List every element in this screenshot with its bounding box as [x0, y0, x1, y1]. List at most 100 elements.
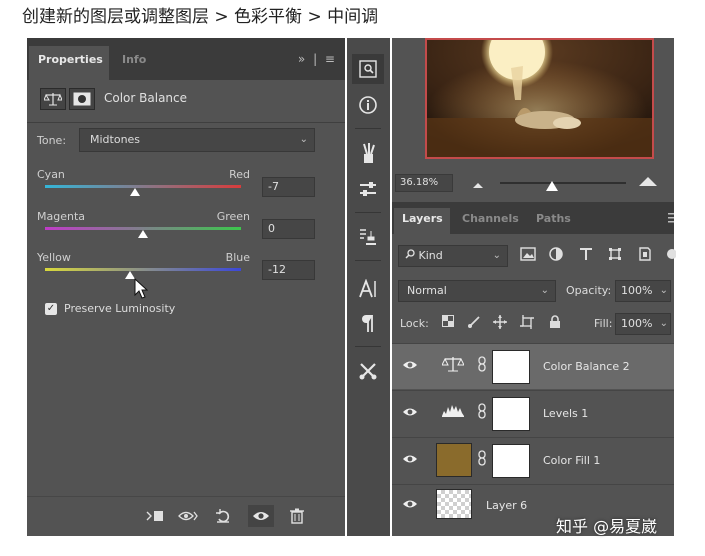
pixel-filter-icon[interactable] — [519, 247, 537, 265]
fill-field[interactable]: 100% ⌄ — [615, 313, 671, 335]
visibility-eye-icon[interactable] — [402, 498, 418, 512]
slider-left-label: Magenta — [37, 210, 86, 223]
panel-tool-strip — [347, 38, 390, 536]
yellow-blue-slider[interactable]: Yellow Blue -12 — [37, 251, 315, 291]
panel-menu-icon[interactable]: » | ≡ — [298, 52, 337, 66]
layer-mask-icon[interactable] — [69, 88, 95, 110]
adjustment-filter-icon[interactable] — [547, 247, 565, 265]
layer-row-color-balance-2[interactable]: Color Balance 2 — [392, 343, 674, 389]
slider-thumb[interactable] — [138, 230, 148, 238]
layer-name[interactable]: Layer 6 — [486, 499, 527, 512]
brushes-icon[interactable] — [352, 138, 384, 168]
preserve-luminosity-checkbox[interactable]: ✓ — [45, 303, 57, 315]
tool-presets-icon[interactable] — [352, 356, 384, 386]
lock-all-icon[interactable] — [547, 315, 563, 331]
layer-name[interactable]: Color Fill 1 — [543, 454, 600, 467]
type-filter-icon[interactable] — [577, 247, 595, 265]
visibility-eye-icon[interactable] — [402, 359, 418, 373]
transparent-layer-thumbnail[interactable] — [436, 489, 472, 519]
tab-channels[interactable]: Channels — [454, 208, 527, 234]
navigator-preview-image — [425, 38, 654, 159]
properties-title: Color Balance — [104, 91, 188, 105]
kind-filter-select[interactable]: Kind ⌄ — [398, 245, 508, 267]
layer-name[interactable]: Levels 1 — [543, 407, 588, 420]
slider-thumb[interactable] — [130, 188, 140, 196]
slider-track[interactable] — [45, 185, 241, 188]
tone-select[interactable]: Midtones ⌄ — [79, 128, 315, 152]
visibility-eye-icon[interactable] — [248, 505, 274, 527]
tab-info[interactable]: Info — [113, 46, 155, 80]
tab-properties[interactable]: Properties — [29, 46, 109, 80]
layer-mask-thumbnail[interactable] — [492, 350, 530, 384]
navigator-icon[interactable] — [352, 54, 384, 84]
lock-artboard-icon[interactable] — [519, 315, 535, 331]
trash-icon[interactable] — [284, 505, 310, 527]
zoom-slider-thumb[interactable] — [546, 181, 558, 191]
yellow-blue-value-field[interactable]: -12 — [262, 260, 315, 280]
lock-label: Lock: — [400, 317, 429, 330]
divider — [355, 260, 381, 261]
zoom-out-icon[interactable] — [472, 179, 484, 192]
lock-transparent-pixels-icon[interactable] — [440, 315, 456, 331]
levels-histogram-icon — [440, 403, 466, 423]
chevron-down-icon: ⌄ — [659, 318, 668, 329]
properties-tab-bar: Properties Info » | ≡ — [27, 38, 345, 80]
slider-right-label: Red — [229, 168, 250, 181]
blend-mode-select[interactable]: Normal ⌄ — [398, 280, 556, 302]
lock-position-icon[interactable] — [492, 315, 508, 331]
fill-value: 100% — [621, 317, 653, 330]
lock-image-pixels-icon[interactable] — [466, 315, 482, 331]
adjustments-icon[interactable] — [352, 174, 384, 204]
visibility-eye-icon[interactable] — [402, 406, 418, 420]
scale-icon — [40, 88, 66, 110]
opacity-label: Opacity: — [566, 284, 612, 297]
properties-panel: Properties Info » | ≡ Color Balance Tone… — [27, 38, 345, 536]
scale-icon — [440, 356, 466, 376]
zoom-slider-track[interactable] — [500, 182, 626, 184]
layer-name[interactable]: Color Balance 2 — [543, 360, 630, 373]
zoom-field[interactable]: 36.18% — [395, 174, 453, 192]
opacity-field[interactable]: 100% ⌄ — [615, 280, 671, 302]
chevron-down-icon: ⌄ — [492, 250, 501, 261]
divider — [355, 212, 381, 213]
slider-right-label: Green — [216, 210, 250, 223]
panel-menu-icon[interactable] — [668, 212, 674, 224]
layer-row-levels-1[interactable]: Levels 1 — [392, 390, 674, 436]
kind-filter-label: Kind — [418, 249, 443, 262]
cyan-red-slider[interactable]: Cyan Red -7 — [37, 168, 315, 208]
layer-mask-thumbnail[interactable] — [492, 444, 530, 478]
properties-header: Color Balance — [27, 84, 345, 114]
slider-track[interactable] — [45, 268, 241, 271]
smart-object-filter-icon[interactable] — [636, 247, 654, 265]
zoom-in-icon[interactable] — [638, 175, 658, 190]
clip-to-layer-icon[interactable] — [142, 505, 168, 527]
chevron-down-icon: ⌄ — [540, 285, 549, 296]
shape-filter-icon[interactable] — [606, 247, 624, 265]
info-icon[interactable] — [352, 90, 384, 120]
view-previous-state-icon[interactable] — [175, 505, 201, 527]
reset-icon[interactable] — [210, 505, 236, 527]
chevron-down-icon: ⌄ — [659, 285, 668, 296]
layer-row-color-fill-1[interactable]: Color Fill 1 — [392, 437, 674, 483]
divider — [355, 346, 381, 347]
page-caption: 创建新的图层或调整图层 > 色彩平衡 > 中间调 — [22, 7, 379, 27]
magenta-green-value-field[interactable]: 0 — [262, 219, 315, 239]
tab-layers[interactable]: Layers — [394, 208, 450, 234]
chain-link-icon[interactable] — [476, 356, 488, 376]
chain-link-icon[interactable] — [476, 403, 488, 423]
chevron-down-icon: ⌄ — [299, 134, 308, 145]
character-icon[interactable] — [352, 274, 384, 304]
magenta-green-slider[interactable]: Magenta Green 0 — [37, 210, 315, 250]
clone-source-icon[interactable] — [352, 222, 384, 252]
layer-mask-thumbnail[interactable] — [492, 397, 530, 431]
chain-link-icon[interactable] — [476, 450, 488, 470]
navigator-zoom-bar: 36.18% — [392, 172, 674, 194]
watermark: 知乎 @易夏崴 — [556, 517, 658, 536]
cyan-red-value-field[interactable]: -7 — [262, 177, 315, 197]
properties-footer — [27, 496, 345, 536]
visibility-eye-icon[interactable] — [402, 453, 418, 467]
color-fill-swatch[interactable] — [436, 443, 472, 477]
paragraph-icon[interactable] — [352, 308, 384, 338]
tab-paths[interactable]: Paths — [528, 208, 579, 234]
filter-toggle-icon[interactable] — [662, 247, 680, 265]
